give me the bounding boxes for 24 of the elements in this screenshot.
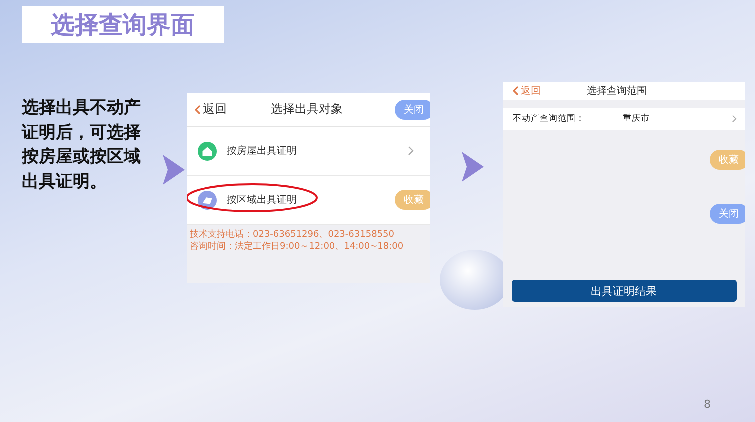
house-icon xyxy=(198,142,217,160)
field-value: 重庆市 xyxy=(623,113,650,125)
chevron-right-icon xyxy=(732,115,737,123)
option-row[interactable]: 按区域出具证明 收藏 xyxy=(187,176,430,225)
chevron-arrow-icon xyxy=(462,152,484,182)
submit-button[interactable]: 出具证明结果 xyxy=(512,280,736,302)
slide-title: 选择查询界面 xyxy=(22,6,224,43)
back-link[interactable]: 返回 xyxy=(187,101,255,118)
back-chevron-icon xyxy=(513,86,519,96)
back-chevron-icon xyxy=(195,104,201,114)
chevron-right-icon xyxy=(408,146,414,156)
page-number: 8 xyxy=(704,398,711,411)
scope-field[interactable]: 不动产查询范围： 重庆市 xyxy=(503,108,745,130)
option-label: 按区域出具证明 xyxy=(227,194,297,207)
screen-title: 选择出具对象 xyxy=(271,101,343,118)
description-text: 选择出具不动产证明后，可选择按房屋或按区域出具证明。 xyxy=(22,97,142,194)
option-label: 按房屋出具证明 xyxy=(227,144,297,158)
map-icon xyxy=(198,190,217,210)
chevron-arrow-icon xyxy=(163,155,185,185)
info-text: 技术支持电话：023-63651296、023-63158550 xyxy=(190,229,396,241)
screen-title: 选择查询范围 xyxy=(587,84,647,98)
info-text: 咨询时间：法定工作日9:00～12:00、14:00~18:00 xyxy=(190,241,405,253)
field-label: 不动产查询范围： xyxy=(513,113,586,125)
option-row[interactable]: 按房屋出具证明 xyxy=(187,127,430,176)
